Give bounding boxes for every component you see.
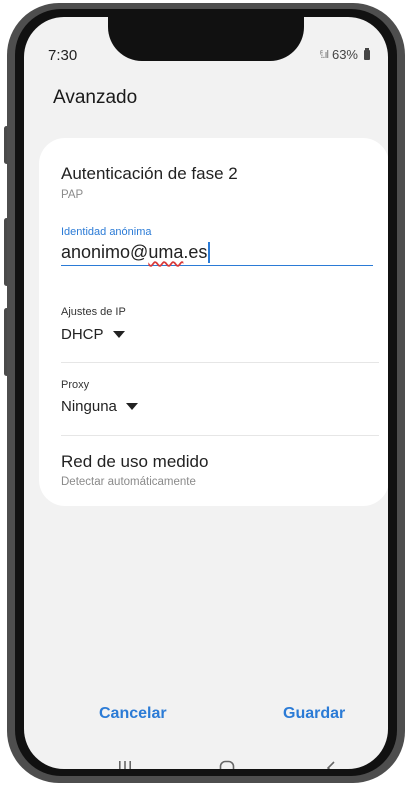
metered-network-value: Detectar automáticamente [61, 476, 196, 488]
home-icon [219, 760, 235, 769]
cancel-button[interactable]: Cancelar [99, 705, 167, 723]
proxy-value: Ninguna [61, 398, 117, 415]
home-button[interactable] [219, 760, 235, 769]
metered-network-row[interactable]: Red de uso medido Detectar automáticamen… [39, 436, 388, 502]
anon-identity-value-suffix: .es [183, 241, 208, 262]
page-title: Avanzado [53, 87, 138, 108]
text-cursor [208, 241, 210, 263]
camera-notch [108, 17, 304, 61]
anon-identity-value-misspelled: uma [148, 241, 184, 262]
signal-icon: ⁱ⁞.ıl [319, 49, 329, 61]
save-button[interactable]: Guardar [283, 705, 345, 723]
battery-percent: 63% [331, 47, 358, 62]
dropdown-arrow-icon [125, 403, 138, 410]
anon-identity-value-prefix: anonimo@ [61, 241, 149, 262]
ip-settings-dropdown[interactable]: DHCP [61, 326, 125, 343]
anon-identity-label: Identidad anónima [61, 226, 152, 238]
phase2-auth-value: PAP [61, 189, 84, 201]
back-button[interactable] [324, 760, 338, 769]
dropdown-arrow-icon [112, 331, 125, 338]
phone-bezel: 7:30 ⁱ⁞.ıl 63% Avanzado Autenticación de… [15, 9, 397, 776]
phase2-auth-row[interactable]: Autenticación de fase 2 PAP [39, 138, 388, 204]
phone-screen: 7:30 ⁱ⁞.ıl 63% Avanzado Autenticación de… [24, 17, 388, 769]
settings-card: Autenticación de fase 2 PAP Identidad an… [39, 138, 388, 506]
back-icon [326, 761, 335, 769]
battery-icon [364, 47, 370, 60]
recent-apps-button[interactable] [118, 760, 132, 769]
ip-settings-label: Ajustes de IP [61, 306, 126, 318]
phone-frame: 7:30 ⁱ⁞.ıl 63% Avanzado Autenticación de… [7, 3, 405, 783]
proxy-dropdown[interactable]: Ninguna [61, 398, 138, 415]
proxy-label: Proxy [61, 379, 90, 391]
status-icons: ⁱ⁞.ıl 63% [319, 47, 370, 62]
recent-apps-icon [119, 761, 131, 769]
anon-identity-input[interactable]: anonimo@ uma .es [61, 239, 373, 266]
ip-settings-value: DHCP [61, 326, 104, 343]
metered-network-title: Red de uso medido [61, 452, 209, 471]
status-time: 7:30 [48, 47, 78, 64]
phase2-auth-title: Autenticación de fase 2 [61, 164, 238, 183]
divider [61, 362, 379, 363]
